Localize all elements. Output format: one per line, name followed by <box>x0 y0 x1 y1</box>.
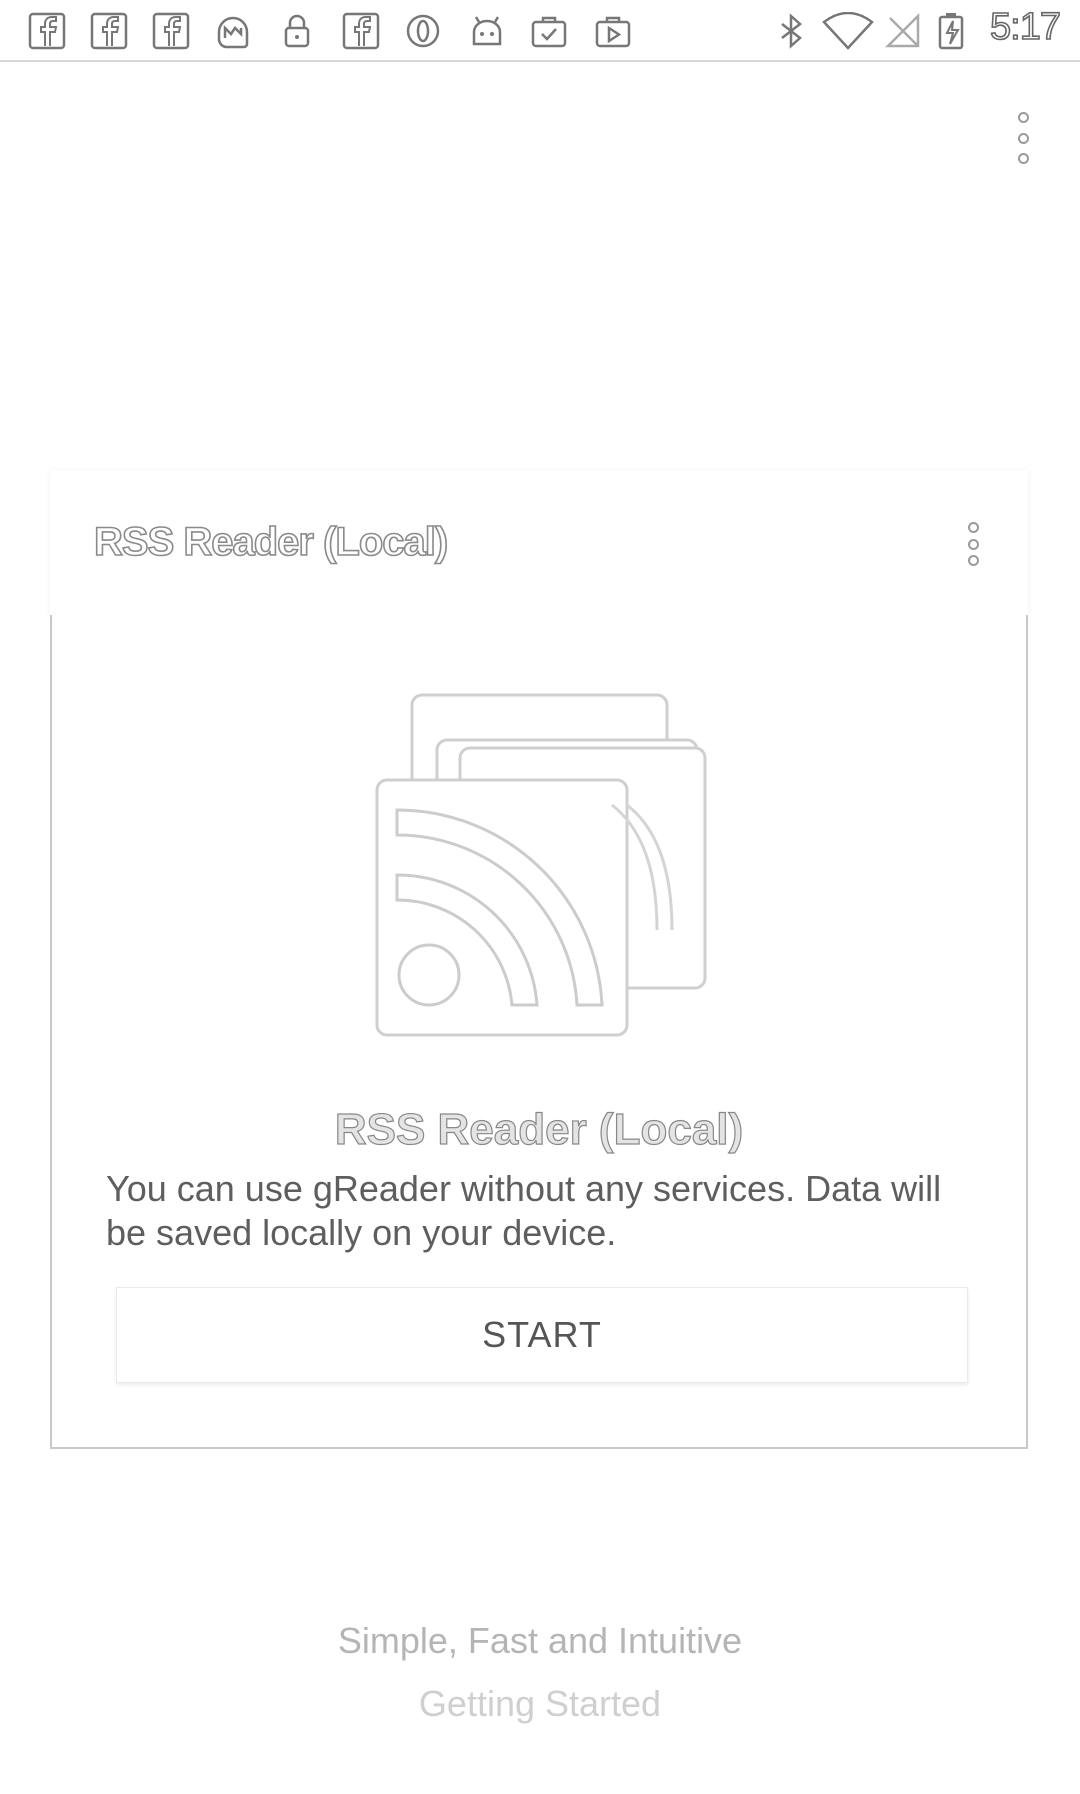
overflow-menu-icon[interactable] <box>1010 112 1036 164</box>
status-time: 5:17 <box>989 5 1062 49</box>
card-description: You can use gReader without any services… <box>106 1168 942 1253</box>
facebook-icon <box>28 12 66 50</box>
getting-started-link[interactable]: Getting Started <box>0 1683 1080 1725</box>
card-header-title: RSS Reader (Local) <box>93 519 449 565</box>
wifi-icon <box>822 12 874 50</box>
tagline: Simple, Fast and Intuitive <box>337 1620 743 1661</box>
messenger-icon <box>214 12 252 50</box>
rss-feed-icon <box>372 690 772 1040</box>
account-card-header: RSS Reader (Local) <box>50 470 1028 617</box>
android-icon <box>468 12 506 50</box>
card-title: RSS Reader (Local) <box>334 1104 744 1154</box>
status-bar: 5:17 <box>0 0 1080 62</box>
facebook-icon <box>90 12 128 50</box>
no-signal-icon <box>884 12 922 50</box>
battery-charging-icon <box>936 12 966 50</box>
card-overflow-menu-icon[interactable] <box>960 522 986 566</box>
opera-icon <box>404 12 442 50</box>
bluetooth-icon <box>772 12 810 50</box>
start-button[interactable]: START <box>116 1287 968 1383</box>
facebook-icon <box>342 12 380 50</box>
lock-icon <box>278 12 316 50</box>
play-store-icon <box>594 12 632 50</box>
briefcase-check-icon <box>530 12 568 50</box>
facebook-icon <box>152 12 190 50</box>
account-card: RSS Reader (Local) You can use gReader w… <box>50 615 1028 1449</box>
